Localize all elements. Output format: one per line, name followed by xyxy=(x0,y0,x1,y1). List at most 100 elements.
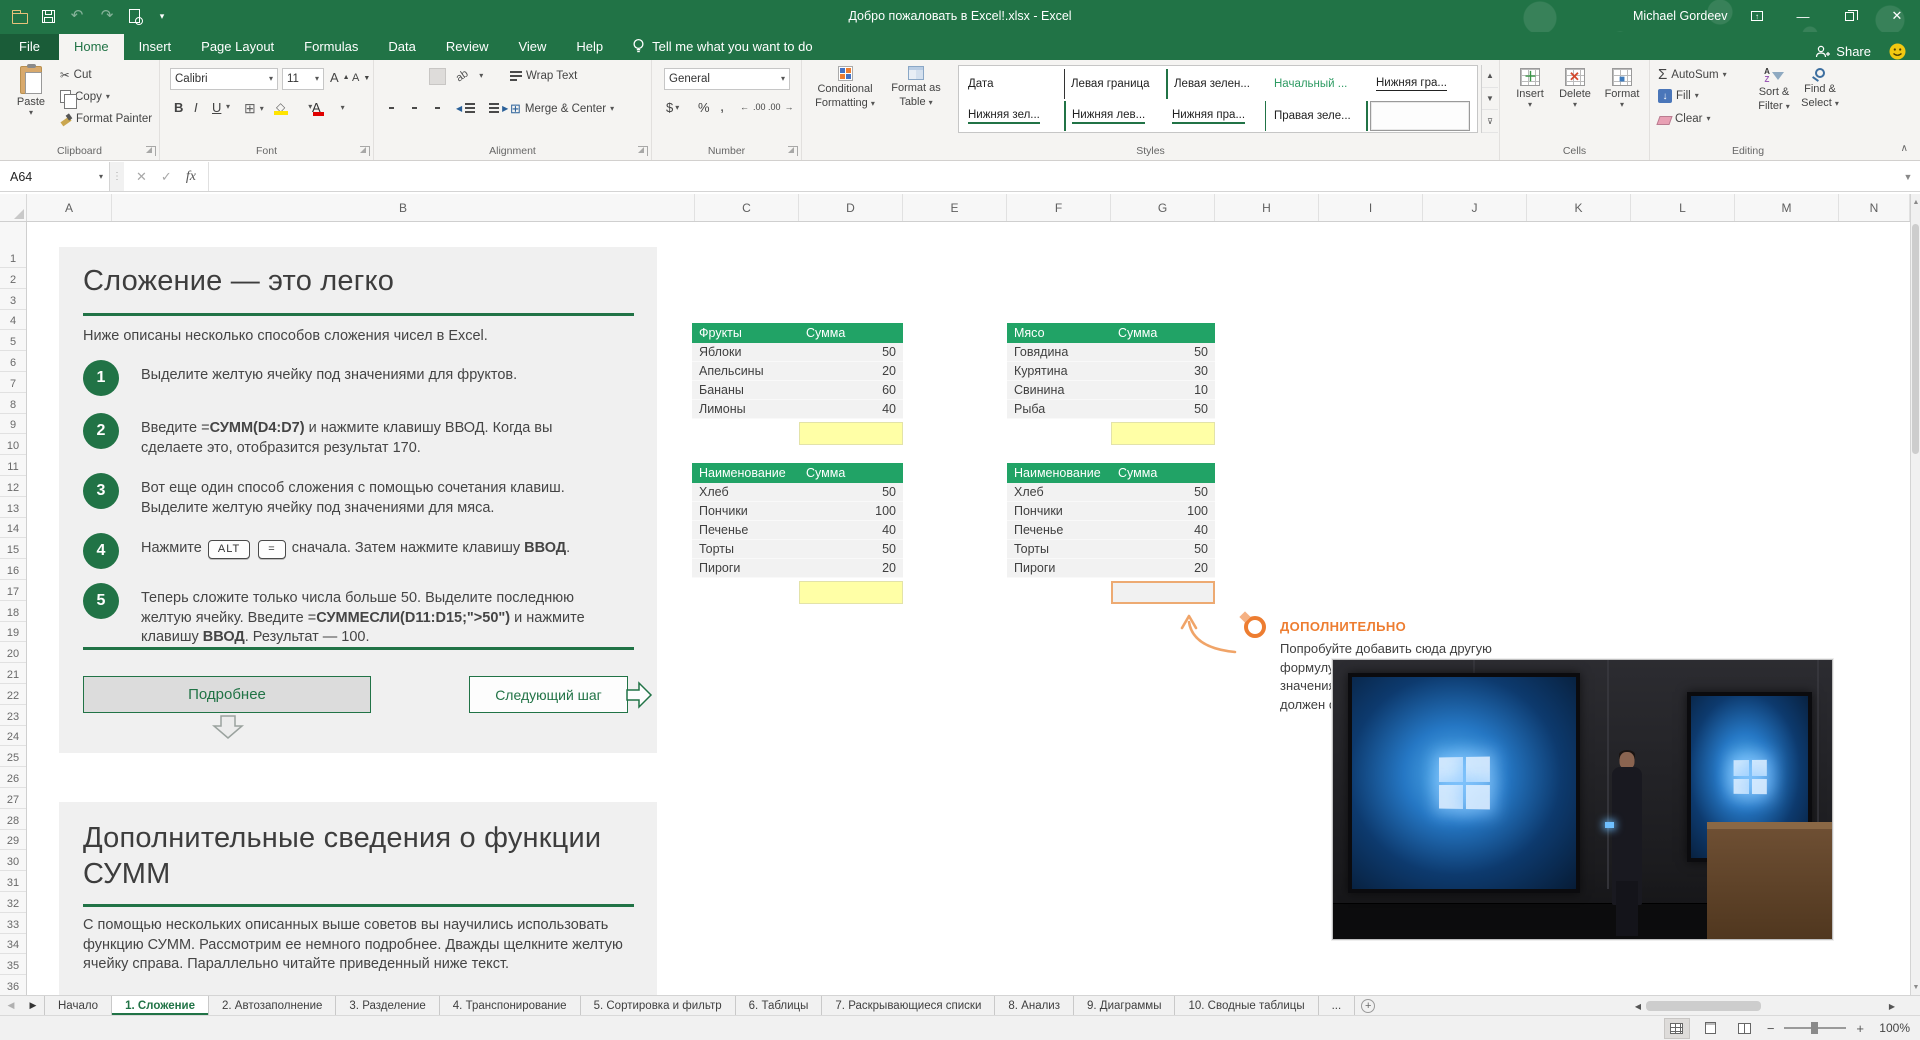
cell-label[interactable]: Торты xyxy=(1007,542,1111,556)
share-button[interactable]: Share xyxy=(1815,44,1871,59)
cell-value[interactable]: 60 xyxy=(799,383,903,397)
horizontal-scroll-thumb[interactable] xyxy=(1646,1001,1761,1011)
cell-style-Нижняя гра...[interactable]: Нижняя гра... xyxy=(1370,69,1470,99)
scroll-up-icon[interactable]: ▲ xyxy=(1911,194,1920,210)
cell-label[interactable]: Говядина xyxy=(1007,345,1111,359)
cell-value[interactable]: 10 xyxy=(1111,383,1215,397)
merge-center-button[interactable]: ⊞Merge & Center▾ xyxy=(510,101,614,117)
vertical-scrollbar[interactable]: ▲ ▼ xyxy=(1910,194,1920,995)
increase-indent-button[interactable]: ▶ xyxy=(486,101,511,115)
table-row[interactable]: Лимоны40 xyxy=(692,400,903,419)
next-step-button[interactable]: Следующий шаг xyxy=(469,676,628,713)
row-header-4[interactable]: 4 xyxy=(0,310,26,331)
cell-value[interactable]: 20 xyxy=(799,364,903,378)
clipboard-dialog-launcher-icon[interactable] xyxy=(146,146,156,156)
copy-button[interactable]: Copy▾ xyxy=(60,90,110,103)
formula-input[interactable] xyxy=(209,162,1896,191)
row-header-21[interactable]: 21 xyxy=(0,663,26,684)
tab-insert[interactable]: Insert xyxy=(124,34,187,60)
conditional-formatting-button[interactable]: Conditional Formatting ▾ xyxy=(810,66,880,109)
table-row[interactable]: Пироги20 xyxy=(692,559,903,578)
column-header-C[interactable]: C xyxy=(695,194,799,221)
cell-style-empty[interactable] xyxy=(1370,101,1470,131)
orientation-caret[interactable]: ▾ xyxy=(479,73,483,79)
cell-value[interactable]: 50 xyxy=(799,345,903,359)
cell-label[interactable]: Рыба xyxy=(1007,402,1111,416)
cell-style-Нижняя лев...[interactable]: Нижняя лев... xyxy=(1064,101,1164,131)
row-header-7[interactable]: 7 xyxy=(0,372,26,393)
align-middle-button[interactable] xyxy=(407,69,422,84)
percent-style-button[interactable]: % xyxy=(698,100,710,115)
cell-style-Дата[interactable]: Дата xyxy=(962,69,1062,99)
answer-cell-yellow[interactable] xyxy=(1111,422,1215,445)
clear-button[interactable]: Clear▾ xyxy=(1658,113,1711,125)
horizontal-scrollbar[interactable]: ◀ ▶ xyxy=(1630,996,1900,1016)
cell-style-Правая зеле...[interactable]: Правая зеле... xyxy=(1268,101,1368,131)
column-header-J[interactable]: J xyxy=(1423,194,1527,221)
tab-review[interactable]: Review xyxy=(431,34,504,60)
new-sheet-button[interactable]: + xyxy=(1355,996,1381,1015)
column-header-B[interactable]: B xyxy=(112,194,695,221)
cell-style-Левая зелен...[interactable]: Левая зелен... xyxy=(1166,69,1266,99)
table-row[interactable]: Торты50 xyxy=(1007,540,1215,559)
insert-function-icon[interactable]: fx xyxy=(186,169,196,185)
tab-file[interactable]: File xyxy=(0,34,59,60)
cell-label[interactable]: Торты xyxy=(692,542,799,556)
scroll-down-icon[interactable]: ▼ xyxy=(1911,979,1920,995)
tab-data[interactable]: Data xyxy=(373,34,430,60)
cell-value[interactable]: 20 xyxy=(1111,561,1215,575)
redo-icon[interactable]: ↷ xyxy=(99,8,115,24)
bold-button[interactable]: B xyxy=(174,100,183,115)
sort-filter-button[interactable]: AZ Sort & Filter ▾ xyxy=(1752,68,1796,112)
cell-value[interactable]: 40 xyxy=(799,402,903,416)
tab-help[interactable]: Help xyxy=(561,34,618,60)
row-header-2[interactable]: 2 xyxy=(0,268,26,289)
autosum-button[interactable]: ΣAutoSum▾ xyxy=(1658,66,1727,83)
fill-button[interactable]: ↓Fill▾ xyxy=(1658,89,1699,103)
shrink-font-button[interactable]: A▼ xyxy=(352,72,370,84)
comma-style-button[interactable]: , xyxy=(720,98,724,115)
sheet-tab-9-Диаграммы[interactable]: 9. Диаграммы xyxy=(1074,996,1175,1015)
tab-view[interactable]: View xyxy=(503,34,561,60)
row-header-34[interactable]: 34 xyxy=(0,934,26,955)
number-dialog-launcher-icon[interactable] xyxy=(788,146,798,156)
sheet-tab-8-Анализ[interactable]: 8. Анализ xyxy=(995,996,1074,1015)
font-size-select[interactable]: 11▾ xyxy=(282,68,324,90)
cell-label[interactable]: Пироги xyxy=(1007,561,1111,575)
grow-font-button[interactable]: A▲ xyxy=(330,70,350,85)
sheet-tab--[interactable]: ... xyxy=(1319,996,1356,1015)
enter-icon[interactable]: ✓ xyxy=(161,169,172,185)
row-header-28[interactable]: 28 xyxy=(0,809,26,830)
row-header-10[interactable]: 10 xyxy=(0,434,26,455)
row-header-11[interactable]: 11 xyxy=(0,455,26,476)
collapse-ribbon-icon[interactable]: ∧ xyxy=(1901,143,1908,154)
table-row[interactable]: Рыба50 xyxy=(1007,400,1215,419)
gallery-up-icon[interactable]: ▲ xyxy=(1482,65,1498,88)
cell-value[interactable]: 20 xyxy=(799,561,903,575)
cell-label[interactable]: Пироги xyxy=(692,561,799,575)
row-header-19[interactable]: 19 xyxy=(0,622,26,643)
format-as-table-button[interactable]: Format as Table ▾ xyxy=(884,66,948,108)
align-center-button[interactable] xyxy=(407,100,422,116)
row-header-17[interactable]: 17 xyxy=(0,580,26,601)
align-right-button[interactable] xyxy=(430,100,445,116)
cell-label[interactable]: Свинина xyxy=(1007,383,1111,397)
column-header-L[interactable]: L xyxy=(1631,194,1735,221)
italic-button[interactable]: I xyxy=(194,100,198,115)
column-header-A[interactable]: A xyxy=(27,194,112,221)
restore-button[interactable] xyxy=(1826,0,1872,32)
answer-cell-yellow[interactable] xyxy=(799,581,903,604)
alignment-dialog-launcher-icon[interactable] xyxy=(638,146,648,156)
gallery-down-icon[interactable]: ▼ xyxy=(1482,88,1498,111)
print-preview-icon[interactable] xyxy=(129,9,140,23)
find-select-button[interactable]: Find & Select ▾ xyxy=(1798,68,1842,109)
normal-view-button[interactable] xyxy=(1665,1019,1689,1038)
insert-cells-button[interactable]: ＋ Insert▾ xyxy=(1510,68,1550,108)
cell-value[interactable]: 50 xyxy=(1111,345,1215,359)
cell-style-Нижняя пра...[interactable]: Нижняя пра... xyxy=(1166,101,1266,131)
row-header-33[interactable]: 33 xyxy=(0,913,26,934)
cell-value[interactable]: 30 xyxy=(1111,364,1215,378)
decrease-indent-button[interactable]: ◀ xyxy=(453,101,478,115)
more-details-button[interactable]: Подробнее xyxy=(83,676,371,713)
vertical-scroll-thumb[interactable] xyxy=(1912,224,1919,454)
